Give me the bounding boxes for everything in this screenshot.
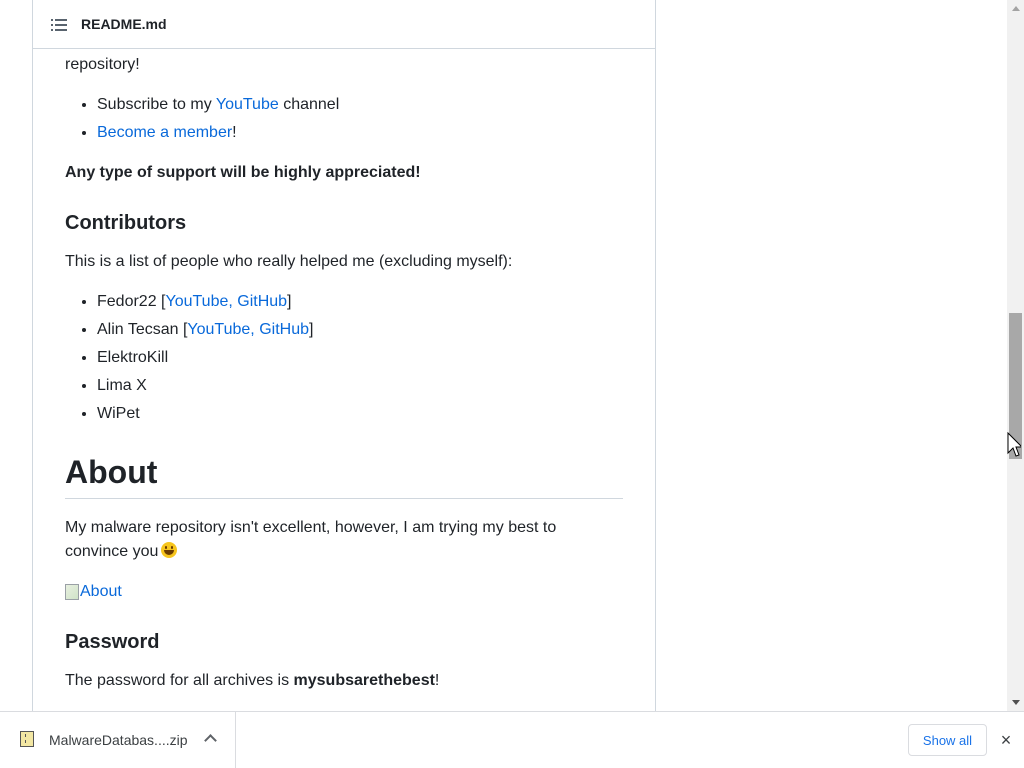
- contributor-links[interactable]: YouTube, GitHub: [187, 321, 309, 338]
- youtube-channel-link[interactable]: YouTube: [216, 96, 279, 113]
- password-value: mysubsarethebest: [293, 672, 435, 689]
- list-item: Lima X: [97, 372, 313, 400]
- download-item[interactable]: MalwareDatabas....zip: [0, 712, 236, 768]
- password-text: The password for all archives is mysubsa…: [65, 672, 440, 689]
- about-image-alt[interactable]: About: [80, 580, 122, 604]
- scroll-up-arrow-icon[interactable]: [1012, 6, 1020, 11]
- readme-card: README.md repository! Subscribe to my Yo…: [32, 0, 656, 711]
- contributors-list: Fedor22 [YouTube, GitHub] Alin Tecsan [Y…: [65, 288, 313, 428]
- grinning-face-icon: [161, 542, 178, 558]
- contributor-links[interactable]: YouTube, GitHub: [165, 293, 287, 310]
- become-member-link[interactable]: Become a member: [97, 124, 232, 141]
- browser-page: README.md repository! Subscribe to my Yo…: [0, 0, 1024, 768]
- list-item: WiPet: [97, 400, 313, 428]
- scroll-down-arrow-icon[interactable]: [1012, 700, 1020, 705]
- scrollbar[interactable]: [1007, 0, 1024, 711]
- list-item: Alin Tecsan [YouTube, GitHub]: [97, 316, 313, 344]
- readme-header: README.md: [33, 0, 655, 49]
- list-item: Become a member!: [97, 119, 339, 147]
- support-list: Subscribe to my YouTube channel Become a…: [65, 91, 339, 147]
- about-text: My malware repository isn't excellent, h…: [65, 519, 557, 560]
- support-appreciation: Any type of support will be highly appre…: [65, 164, 421, 181]
- download-file-name[interactable]: MalwareDatabas....zip: [49, 732, 188, 748]
- list-item: Fedor22 [YouTube, GitHub]: [97, 288, 313, 316]
- mouse-cursor-icon: [1007, 432, 1021, 457]
- show-all-button[interactable]: Show all: [908, 724, 987, 756]
- list-item: ElektroKill: [97, 344, 313, 372]
- contributors-intro: This is a list of people who really help…: [65, 253, 513, 270]
- repository-text: repository!: [65, 56, 140, 73]
- about-image[interactable]: About: [65, 580, 122, 604]
- readme-filename: README.md: [81, 16, 167, 32]
- password-heading: Password: [65, 631, 160, 653]
- close-icon[interactable]: ×: [997, 731, 1015, 749]
- list-icon[interactable]: [51, 18, 67, 32]
- about-heading: About: [65, 454, 158, 490]
- list-item: Subscribe to my YouTube channel: [97, 91, 339, 119]
- chevron-up-icon[interactable]: [204, 734, 217, 747]
- zip-file-icon: [20, 731, 34, 747]
- download-shelf: MalwareDatabas....zip Show all ×: [0, 711, 1024, 768]
- contributors-heading: Contributors: [65, 212, 187, 234]
- heading-divider: [65, 498, 623, 499]
- broken-image-icon: [65, 584, 79, 600]
